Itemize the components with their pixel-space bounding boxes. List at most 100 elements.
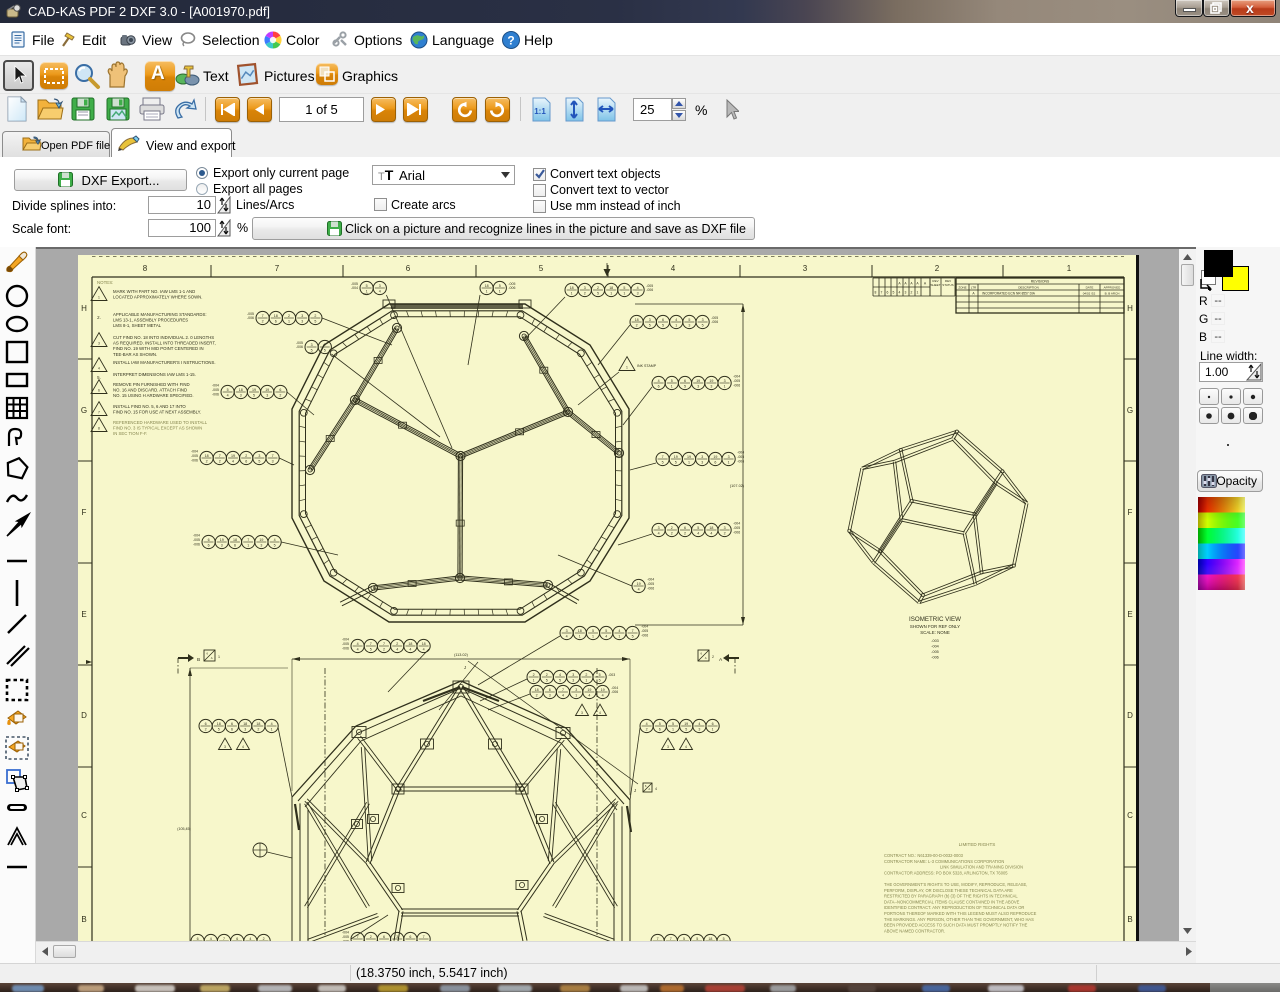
- svg-text:4: 4: [423, 647, 425, 651]
- svg-text:2: 2: [257, 727, 259, 731]
- svg-text:-004: -004: [733, 375, 740, 379]
- svg-text:4: 4: [658, 531, 660, 535]
- svg-text:4: 4: [242, 745, 244, 749]
- svg-text:-006: -006: [212, 392, 219, 396]
- svg-text:CONTRACTOR NAME: L-3 COMMUN: CONTRACTOR NAME: L-3 COMMUNICATIONS CORP…: [884, 859, 1004, 864]
- svg-text:1: 1: [728, 460, 730, 464]
- svg-text:4: 4: [685, 745, 687, 749]
- svg-text:5: 5: [688, 318, 690, 322]
- svg-text:FIND NO. 19 WITH MID POINT CEN: FIND NO. 19 WITH MID POINT CENTERED IN: [113, 346, 204, 351]
- svg-text:D: D: [81, 711, 87, 720]
- svg-text:-005: -005: [191, 454, 198, 458]
- svg-text:19: 19: [713, 455, 717, 459]
- svg-text:3: 3: [584, 286, 586, 290]
- svg-text:4: 4: [646, 722, 648, 726]
- svg-text:6: 6: [659, 727, 661, 731]
- svg-text:4: 4: [710, 531, 712, 535]
- svg-text:(105,45): (105,45): [177, 827, 190, 831]
- svg-text:7: 7: [423, 935, 425, 939]
- svg-text:NOTES:: NOTES:: [97, 280, 113, 285]
- svg-text:-005: -005: [212, 388, 219, 392]
- svg-text:18: 18: [709, 526, 713, 530]
- svg-text:18: 18: [239, 388, 243, 392]
- svg-text:LMS 8-1, SHEET METAL: LMS 8-1, SHEET METAL: [113, 323, 162, 328]
- svg-text:4: 4: [271, 722, 273, 726]
- svg-text:4: 4: [638, 587, 640, 591]
- svg-text:5: 5: [893, 291, 895, 295]
- svg-text:1: 1: [571, 291, 573, 295]
- svg-text:4: 4: [697, 531, 699, 535]
- svg-text:2: 2: [636, 323, 638, 327]
- svg-text:7: 7: [275, 264, 280, 273]
- svg-text:6: 6: [234, 543, 236, 547]
- svg-text:19: 19: [696, 379, 700, 383]
- svg-text:5: 5: [599, 678, 601, 682]
- svg-text:J: J: [464, 665, 466, 670]
- svg-text:1: 1: [499, 289, 501, 293]
- svg-text:-005: -005: [733, 379, 740, 383]
- svg-text:3: 3: [667, 745, 669, 749]
- svg-text:5: 5: [258, 459, 260, 463]
- svg-text:-005: -005: [193, 538, 200, 542]
- svg-text:DATA--NONCOMMERCIAL ITEMS CL: DATA--NONCOMMERCIAL ITEMS CLAUSE CONTAIN…: [884, 899, 1020, 904]
- svg-text:-005: -005: [296, 341, 303, 345]
- svg-text:THE GOVERNMENT'S RIGHTS TO: THE GOVERNMENT'S RIGHTS TO USE, MODIFY, …: [884, 882, 1027, 887]
- svg-text:5: 5: [218, 727, 220, 731]
- svg-text:4: 4: [227, 393, 229, 397]
- svg-text:18: 18: [274, 314, 278, 318]
- svg-text:LINK SIMULATION AND TRANING: LINK SIMULATION AND TRANING DIVISION: [940, 865, 1023, 870]
- svg-text:4: 4: [658, 379, 660, 383]
- svg-text:18: 18: [243, 722, 247, 726]
- svg-text:4: 4: [396, 647, 398, 651]
- svg-text:-006: -006: [733, 530, 740, 534]
- svg-text:1: 1: [1067, 264, 1072, 273]
- svg-text:IDENTIFIED CONTRACT. ANY RE: IDENTIFIED CONTRACT. ANY REPRODUCTION OF…: [884, 905, 1024, 910]
- svg-text:A: A: [719, 657, 723, 663]
- svg-text:B: B: [197, 657, 200, 663]
- svg-text:-006: -006: [641, 633, 648, 637]
- svg-text:F: F: [82, 508, 87, 517]
- svg-text:5: 5: [599, 673, 601, 677]
- svg-text:2: 2: [597, 286, 599, 290]
- svg-text:THE MARKINGS. ANY PERSON,: THE MARKINGS. ANY PERSON, OTHER THAN THE…: [884, 917, 1034, 922]
- svg-text:3: 3: [311, 343, 313, 347]
- svg-text:7: 7: [272, 454, 274, 458]
- svg-text:4: 4: [588, 693, 590, 697]
- svg-text:-006: -006: [193, 542, 200, 546]
- svg-text:A: A: [648, 787, 650, 791]
- svg-text:-005: -005: [711, 316, 718, 320]
- svg-text:ZONE: ZONE: [958, 286, 966, 290]
- svg-text:19: 19: [637, 582, 641, 586]
- svg-text:REF: REF: [308, 351, 314, 355]
- svg-text:4: 4: [605, 634, 607, 638]
- svg-text:-005: -005: [641, 629, 648, 633]
- svg-text:5: 5: [592, 629, 594, 633]
- svg-text:2: 2: [245, 454, 247, 458]
- svg-text:18: 18: [408, 642, 412, 646]
- svg-text:1: 1: [575, 693, 577, 697]
- svg-text:6: 6: [98, 389, 100, 393]
- svg-text:1: 1: [579, 634, 581, 638]
- svg-text:1: 1: [917, 291, 919, 295]
- svg-text:B: B: [1127, 915, 1132, 924]
- svg-text:A: A: [924, 282, 927, 286]
- svg-text:-005: -005: [931, 650, 939, 654]
- svg-text:5: 5: [366, 284, 368, 288]
- svg-text:FIND NO. 15 FOR USE AT NEXT AS: FIND NO. 15 FOR USE AT NEXT ASSEMBLY.: [113, 410, 201, 415]
- svg-text:2: 2: [324, 343, 326, 347]
- svg-text:1: 1: [486, 289, 488, 293]
- svg-text:1: 1: [610, 291, 612, 295]
- svg-text:1: 1: [724, 384, 726, 388]
- svg-text:B. B ARCH: B. B ARCH: [1105, 292, 1120, 296]
- svg-text:3: 3: [549, 693, 551, 697]
- svg-text:-006: -006: [711, 320, 718, 324]
- svg-text:LTR: LTR: [971, 286, 977, 290]
- svg-text:E: E: [1127, 610, 1132, 619]
- svg-text:6: 6: [205, 722, 207, 726]
- svg-text:1: 1: [592, 634, 594, 638]
- svg-text:-005: -005: [247, 312, 254, 316]
- svg-text:6: 6: [245, 459, 247, 463]
- svg-text:19: 19: [709, 379, 713, 383]
- svg-text:TEE-BAR AS SHOWN.: TEE-BAR AS SHOWN.: [113, 352, 157, 357]
- svg-text:5: 5: [702, 323, 704, 327]
